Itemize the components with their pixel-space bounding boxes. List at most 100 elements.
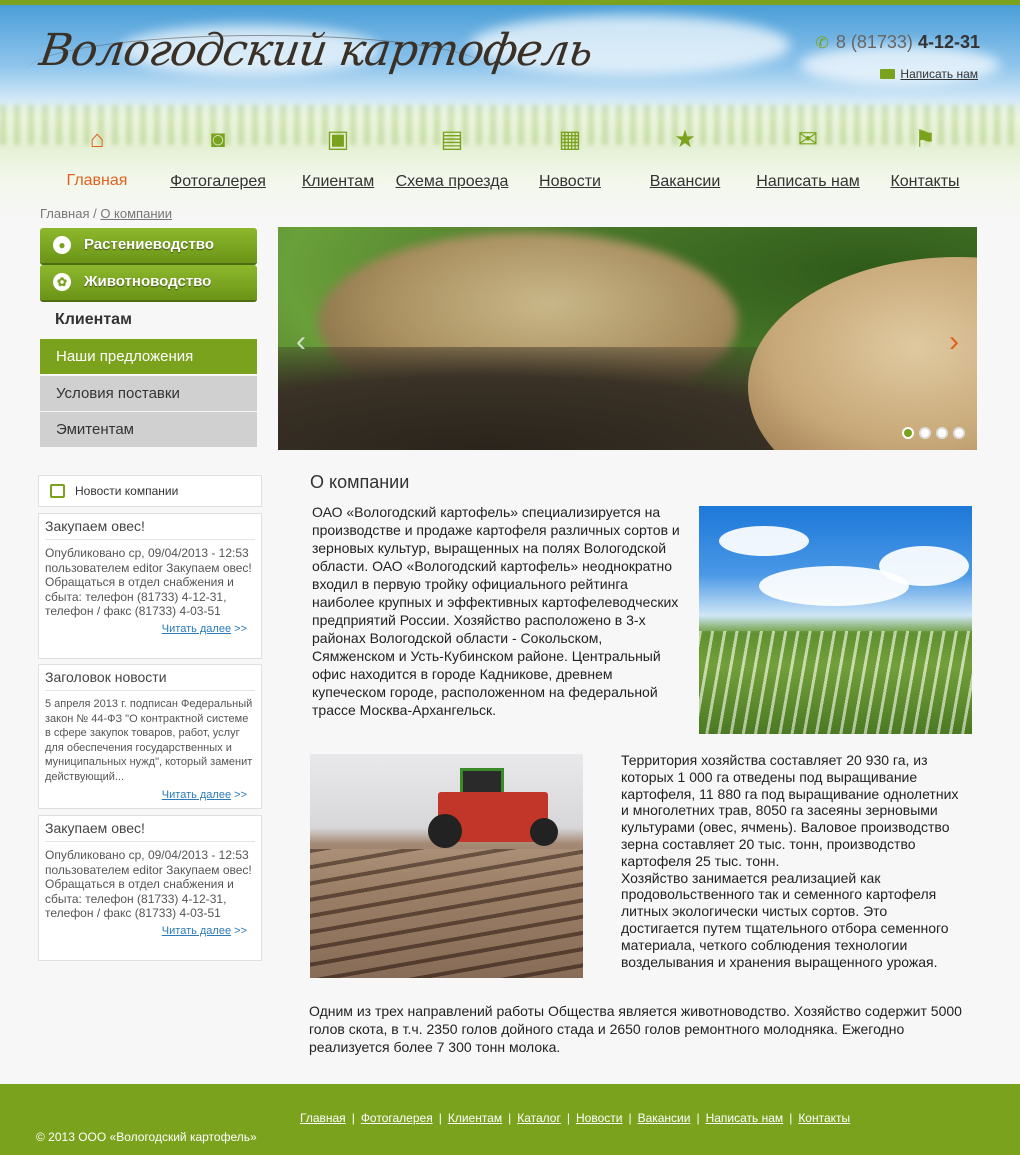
camera-icon: ◙ (210, 126, 226, 153)
envelope-icon: ✉ (797, 126, 819, 153)
book-icon: ▤ (440, 126, 464, 153)
nav-item-gallery[interactable]: ◙ Фотогалерея (170, 127, 266, 191)
nav-label: Контакты (890, 173, 960, 190)
nav-label: Клиентам (301, 173, 375, 190)
nav-item-contacts[interactable]: ⚑ Контакты (890, 127, 959, 191)
content-paragraph: Территория хозяйства составляет 20 930 г… (621, 752, 966, 970)
site-header: Вологодский картофель ✆ 8 (81733) 4-12-3… (0, 5, 1020, 220)
slider-prev-arrow[interactable]: ‹ (296, 325, 306, 359)
slider-dot[interactable] (953, 427, 965, 439)
read-more-label: Читать далее (161, 622, 232, 635)
content-paragraph-territory: Территория хозяйства составляет 20 930 г… (621, 752, 959, 869)
footer-separator: | (566, 1111, 570, 1125)
read-more-arrows: >> (231, 788, 247, 801)
read-more-link[interactable]: Читать далее >> (45, 623, 255, 635)
nav-item-directions[interactable]: ▤ Схема проезда (396, 127, 509, 191)
sidebar-item-issuers[interactable]: Эмитентам (40, 412, 257, 447)
pig-icon: ● (53, 236, 71, 254)
news-item-body: 5 апреля 2013 г. подписан Федеральный за… (45, 698, 253, 783)
flower-icon: ✿ (53, 273, 71, 291)
read-more-link[interactable]: Читать далее >> (45, 789, 255, 801)
main-nav: ⌂ Главная ◙ Фотогалерея ▣ Клиентам ▤ Схе… (40, 127, 980, 197)
footer-link-gallery[interactable]: Фотогалерея (361, 1111, 433, 1125)
nav-item-news[interactable]: ▦ Новости (539, 127, 601, 191)
read-more-label: Читать далее (161, 788, 232, 801)
cloud-decoration (879, 546, 969, 586)
news-item: Закупаем овес! Опубликовано ср, 09/04/20… (38, 815, 262, 961)
tractor-photo (310, 754, 583, 978)
nav-item-clients[interactable]: ▣ Клиентам (302, 127, 374, 191)
read-more-link[interactable]: Читать далее >> (45, 925, 255, 937)
header-phone: ✆ 8 (81733) 4-12-31 (815, 32, 980, 53)
footer-separator: | (789, 1111, 793, 1125)
nav-item-vacancies[interactable]: ★ Вакансии (650, 127, 721, 191)
write-us-label: Написать нам (900, 67, 978, 81)
slider-dot[interactable] (936, 427, 948, 439)
news-item-title[interactable]: Закупаем овес! (45, 820, 255, 842)
news-item: Закупаем овес! Опубликовано ср, 09/04/20… (38, 513, 262, 659)
news-item-body: Опубликовано ср, 09/04/2013 - 12:53 поль… (45, 848, 252, 921)
copyright: © 2013 ООО «Вологодский картофель» (36, 1130, 257, 1144)
sidebar-section-heading: Клиентам (55, 311, 132, 328)
content-paragraph: Одним из трех направлений работы Обществ… (309, 1003, 962, 1055)
footer-separator: | (628, 1111, 632, 1125)
breadcrumb-home[interactable]: Главная (40, 206, 89, 221)
news-item-title[interactable]: Закупаем овес! (45, 518, 255, 540)
sidebar-button-label: Животноводство (84, 273, 212, 290)
site-logo[interactable]: Вологодский картофель (22, 25, 595, 105)
potato-field-photo (699, 506, 972, 734)
slide-image (748, 257, 977, 450)
map-icon: ⚑ (914, 126, 936, 153)
footer-link-contacts[interactable]: Контакты (798, 1111, 850, 1125)
nav-label: Написать нам (756, 173, 860, 190)
tractor-wheel (530, 818, 558, 846)
footer-link-catalog[interactable]: Каталог (517, 1111, 561, 1125)
news-item-title[interactable]: Заголовок новости (45, 669, 255, 691)
sidebar-button-crops[interactable]: ● Растениеводство (40, 228, 257, 263)
slider-dot[interactable] (919, 427, 931, 439)
field-furrows (310, 849, 583, 978)
cloud-decoration (719, 526, 809, 556)
site-footer: Главная | Фотогалерея | Клиентам | Каталог | Нов… (0, 1084, 1020, 1155)
content-paragraph-sales: Хозяйство занимается реализацией как про… (621, 869, 949, 970)
footer-link-news[interactable]: Новости (576, 1111, 622, 1125)
sidebar-item-delivery[interactable]: Условия поставки (40, 376, 257, 411)
footer-link-write-us[interactable]: Написать нам (706, 1111, 784, 1125)
field-rows (699, 631, 972, 734)
write-us-link[interactable]: Написать нам (880, 67, 978, 81)
footer-separator: | (438, 1111, 442, 1125)
home-icon: ⌂ (89, 126, 105, 153)
nav-item-write-us[interactable]: ✉ Написать нам (756, 127, 859, 191)
nav-label: Фотогалерея (170, 173, 266, 190)
phone-icon: ✆ (815, 35, 829, 52)
sidebar-button-livestock[interactable]: ✿ Животноводство (40, 265, 257, 300)
footer-link-vacancies[interactable]: Вакансии (638, 1111, 691, 1125)
nav-label: Новости (539, 173, 601, 190)
image-slider: ‹ › (278, 227, 977, 450)
breadcrumb: Главная / О компании (40, 206, 172, 221)
footer-separator: | (696, 1111, 700, 1125)
envelope-icon (880, 69, 896, 79)
breadcrumb-separator: / (89, 206, 101, 221)
nav-label: Схема проезда (395, 173, 509, 190)
phone-prefix: 8 (81733) (835, 32, 913, 52)
slider-next-arrow[interactable]: › (949, 325, 959, 359)
sidebar-item-offers[interactable]: Наши предложения (40, 339, 257, 374)
nav-label: Вакансии (649, 173, 721, 190)
slider-dot[interactable] (902, 427, 914, 439)
slider-dots (897, 426, 965, 444)
footer-separator: | (351, 1111, 355, 1125)
sidebar-button-label: Растениеводство (84, 236, 214, 253)
footer-link-home[interactable]: Главная (300, 1111, 346, 1125)
news-widget-title: Новости компании (75, 484, 179, 498)
breadcrumb-current[interactable]: О компании (100, 206, 172, 221)
content-paragraph: ОАО «Вологодский картофель» специализиру… (312, 504, 680, 718)
read-more-arrows: >> (231, 622, 247, 635)
tractor-wheel (428, 814, 462, 848)
news-widget-header: Новости компании (38, 475, 262, 507)
page-title: О компании (310, 472, 410, 492)
footer-link-clients[interactable]: Клиентам (448, 1111, 502, 1125)
nav-label: Главная (66, 172, 128, 189)
news-item: Заголовок новости 5 апреля 2013 г. подпи… (38, 664, 262, 809)
nav-item-home[interactable]: ⌂ Главная (67, 127, 128, 190)
